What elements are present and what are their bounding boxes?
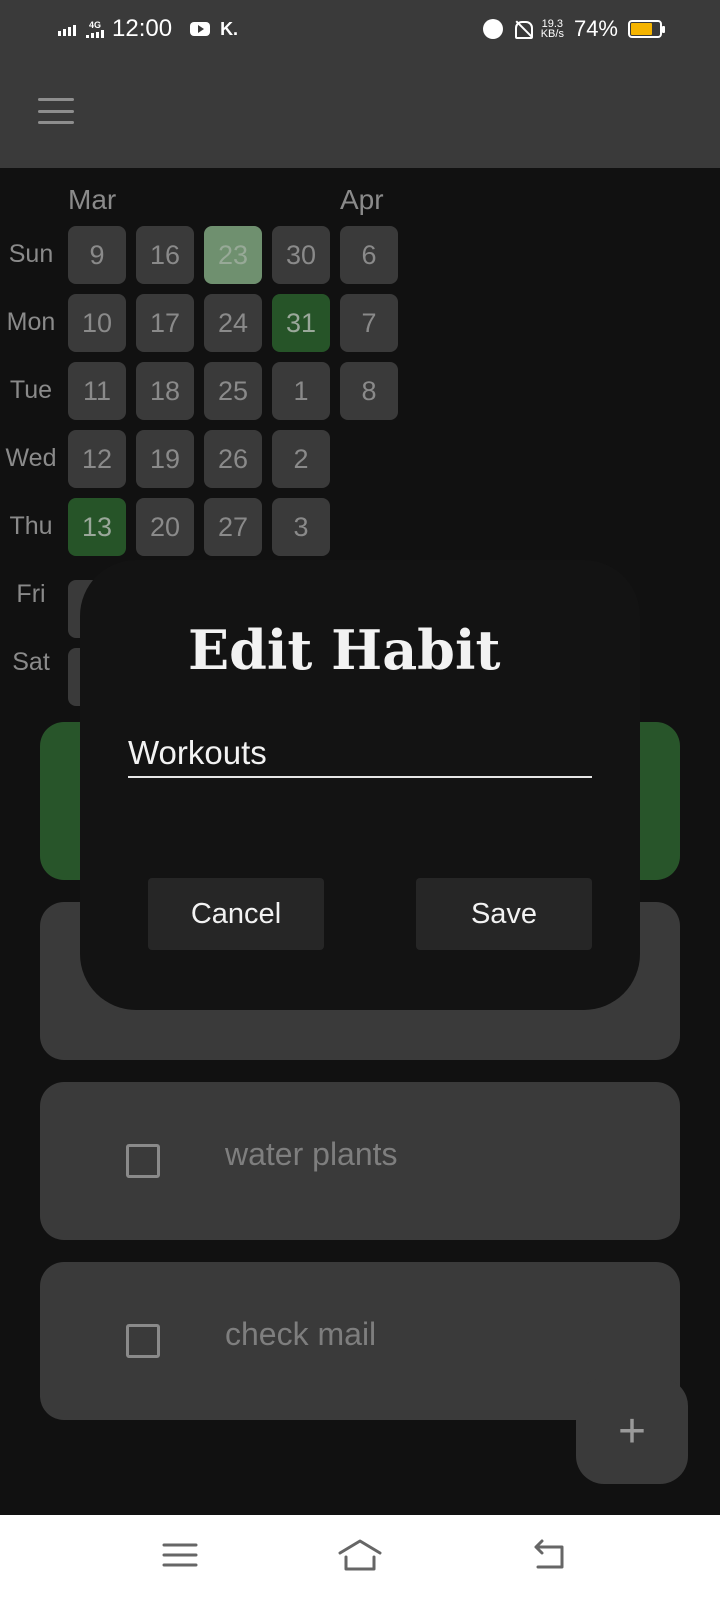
- habit-checkbox[interactable]: [126, 1144, 160, 1178]
- habit-label: check mail: [225, 1316, 377, 1352]
- day-label: Wed: [5, 444, 57, 472]
- heatmap-day-cell[interactable]: 19: [136, 430, 194, 488]
- habit-label: water plants: [225, 1136, 398, 1172]
- habit-card[interactable]: water plants: [40, 1082, 680, 1240]
- edit-habit-dialog: Edit Habit Cancel Save: [80, 560, 640, 1010]
- heatmap-day-cell[interactable]: 24: [204, 294, 262, 352]
- heatmap-day-cell[interactable]: 12: [68, 430, 126, 488]
- month-label: Mar: [68, 184, 117, 215]
- heatmap-day-cell[interactable]: 20: [136, 498, 194, 556]
- plus-icon: +: [617, 1404, 647, 1458]
- hamburger-menu-icon[interactable]: [38, 98, 74, 124]
- heatmap-day-cell[interactable]: 16: [136, 226, 194, 284]
- heatmap-day-cell[interactable]: 9: [68, 226, 126, 284]
- app-bar: 4G 12:00 K. 19.3 KB/s 74%: [0, 0, 720, 168]
- home-icon[interactable]: [338, 1535, 382, 1575]
- month-label: Apr: [340, 184, 384, 215]
- heatmap-day-cell[interactable]: 7: [340, 294, 398, 352]
- heatmap-day-cell[interactable]: 31: [272, 294, 330, 352]
- signal-icon: [58, 22, 76, 36]
- recents-icon[interactable]: [158, 1535, 202, 1575]
- heatmap-day-cell[interactable]: 13: [68, 498, 126, 556]
- day-label: Tue: [9, 376, 53, 404]
- heatmap-day-cell[interactable]: 8: [340, 362, 398, 420]
- dialog-title: Edit Habit: [188, 618, 501, 682]
- cancel-button[interactable]: Cancel: [148, 878, 324, 950]
- heatmap-day-cell[interactable]: 11: [68, 362, 126, 420]
- heatmap-day-cell[interactable]: 6: [340, 226, 398, 284]
- system-nav-bar: [0, 1515, 720, 1600]
- back-icon[interactable]: [526, 1535, 570, 1575]
- day-label: Sun: [8, 240, 54, 268]
- bell-off-icon: [513, 19, 533, 39]
- day-label: Mon: [6, 308, 56, 336]
- battery-icon: [628, 20, 665, 38]
- alarm-icon: [482, 19, 503, 39]
- heatmap-day-cell[interactable]: 26: [204, 430, 262, 488]
- heatmap-day-cell[interactable]: 25: [204, 362, 262, 420]
- heatmap-day-cell[interactable]: 10: [68, 294, 126, 352]
- heatmap-day-cell[interactable]: 23: [204, 226, 262, 284]
- heatmap-day-cell[interactable]: 1: [272, 362, 330, 420]
- heatmap-day-cell[interactable]: 3: [272, 498, 330, 556]
- app-k-icon: K.: [220, 18, 239, 39]
- network-type: 4G: [86, 20, 104, 38]
- day-label: Fri: [16, 580, 46, 608]
- save-button[interactable]: Save: [416, 878, 592, 950]
- habit-name-input[interactable]: [128, 730, 592, 778]
- status-bar: 4G 12:00 K. 19.3 KB/s 74%: [0, 0, 720, 60]
- add-habit-button[interactable]: +: [576, 1378, 688, 1484]
- heatmap-day-cell[interactable]: 18: [136, 362, 194, 420]
- network-speed: 19.3 KB/s: [540, 18, 564, 40]
- day-label: Thu: [9, 512, 53, 540]
- heatmap-day-cell[interactable]: 30: [272, 226, 330, 284]
- youtube-icon: [190, 22, 211, 36]
- heatmap-day-cell[interactable]: 17: [136, 294, 194, 352]
- status-time: 12:00: [112, 15, 173, 42]
- day-label: Sat: [12, 648, 50, 676]
- battery-percent: 74%: [573, 16, 618, 41]
- heatmap-day-cell[interactable]: 2: [272, 430, 330, 488]
- habit-checkbox[interactable]: [126, 1324, 160, 1358]
- heatmap-day-cell[interactable]: 27: [204, 498, 262, 556]
